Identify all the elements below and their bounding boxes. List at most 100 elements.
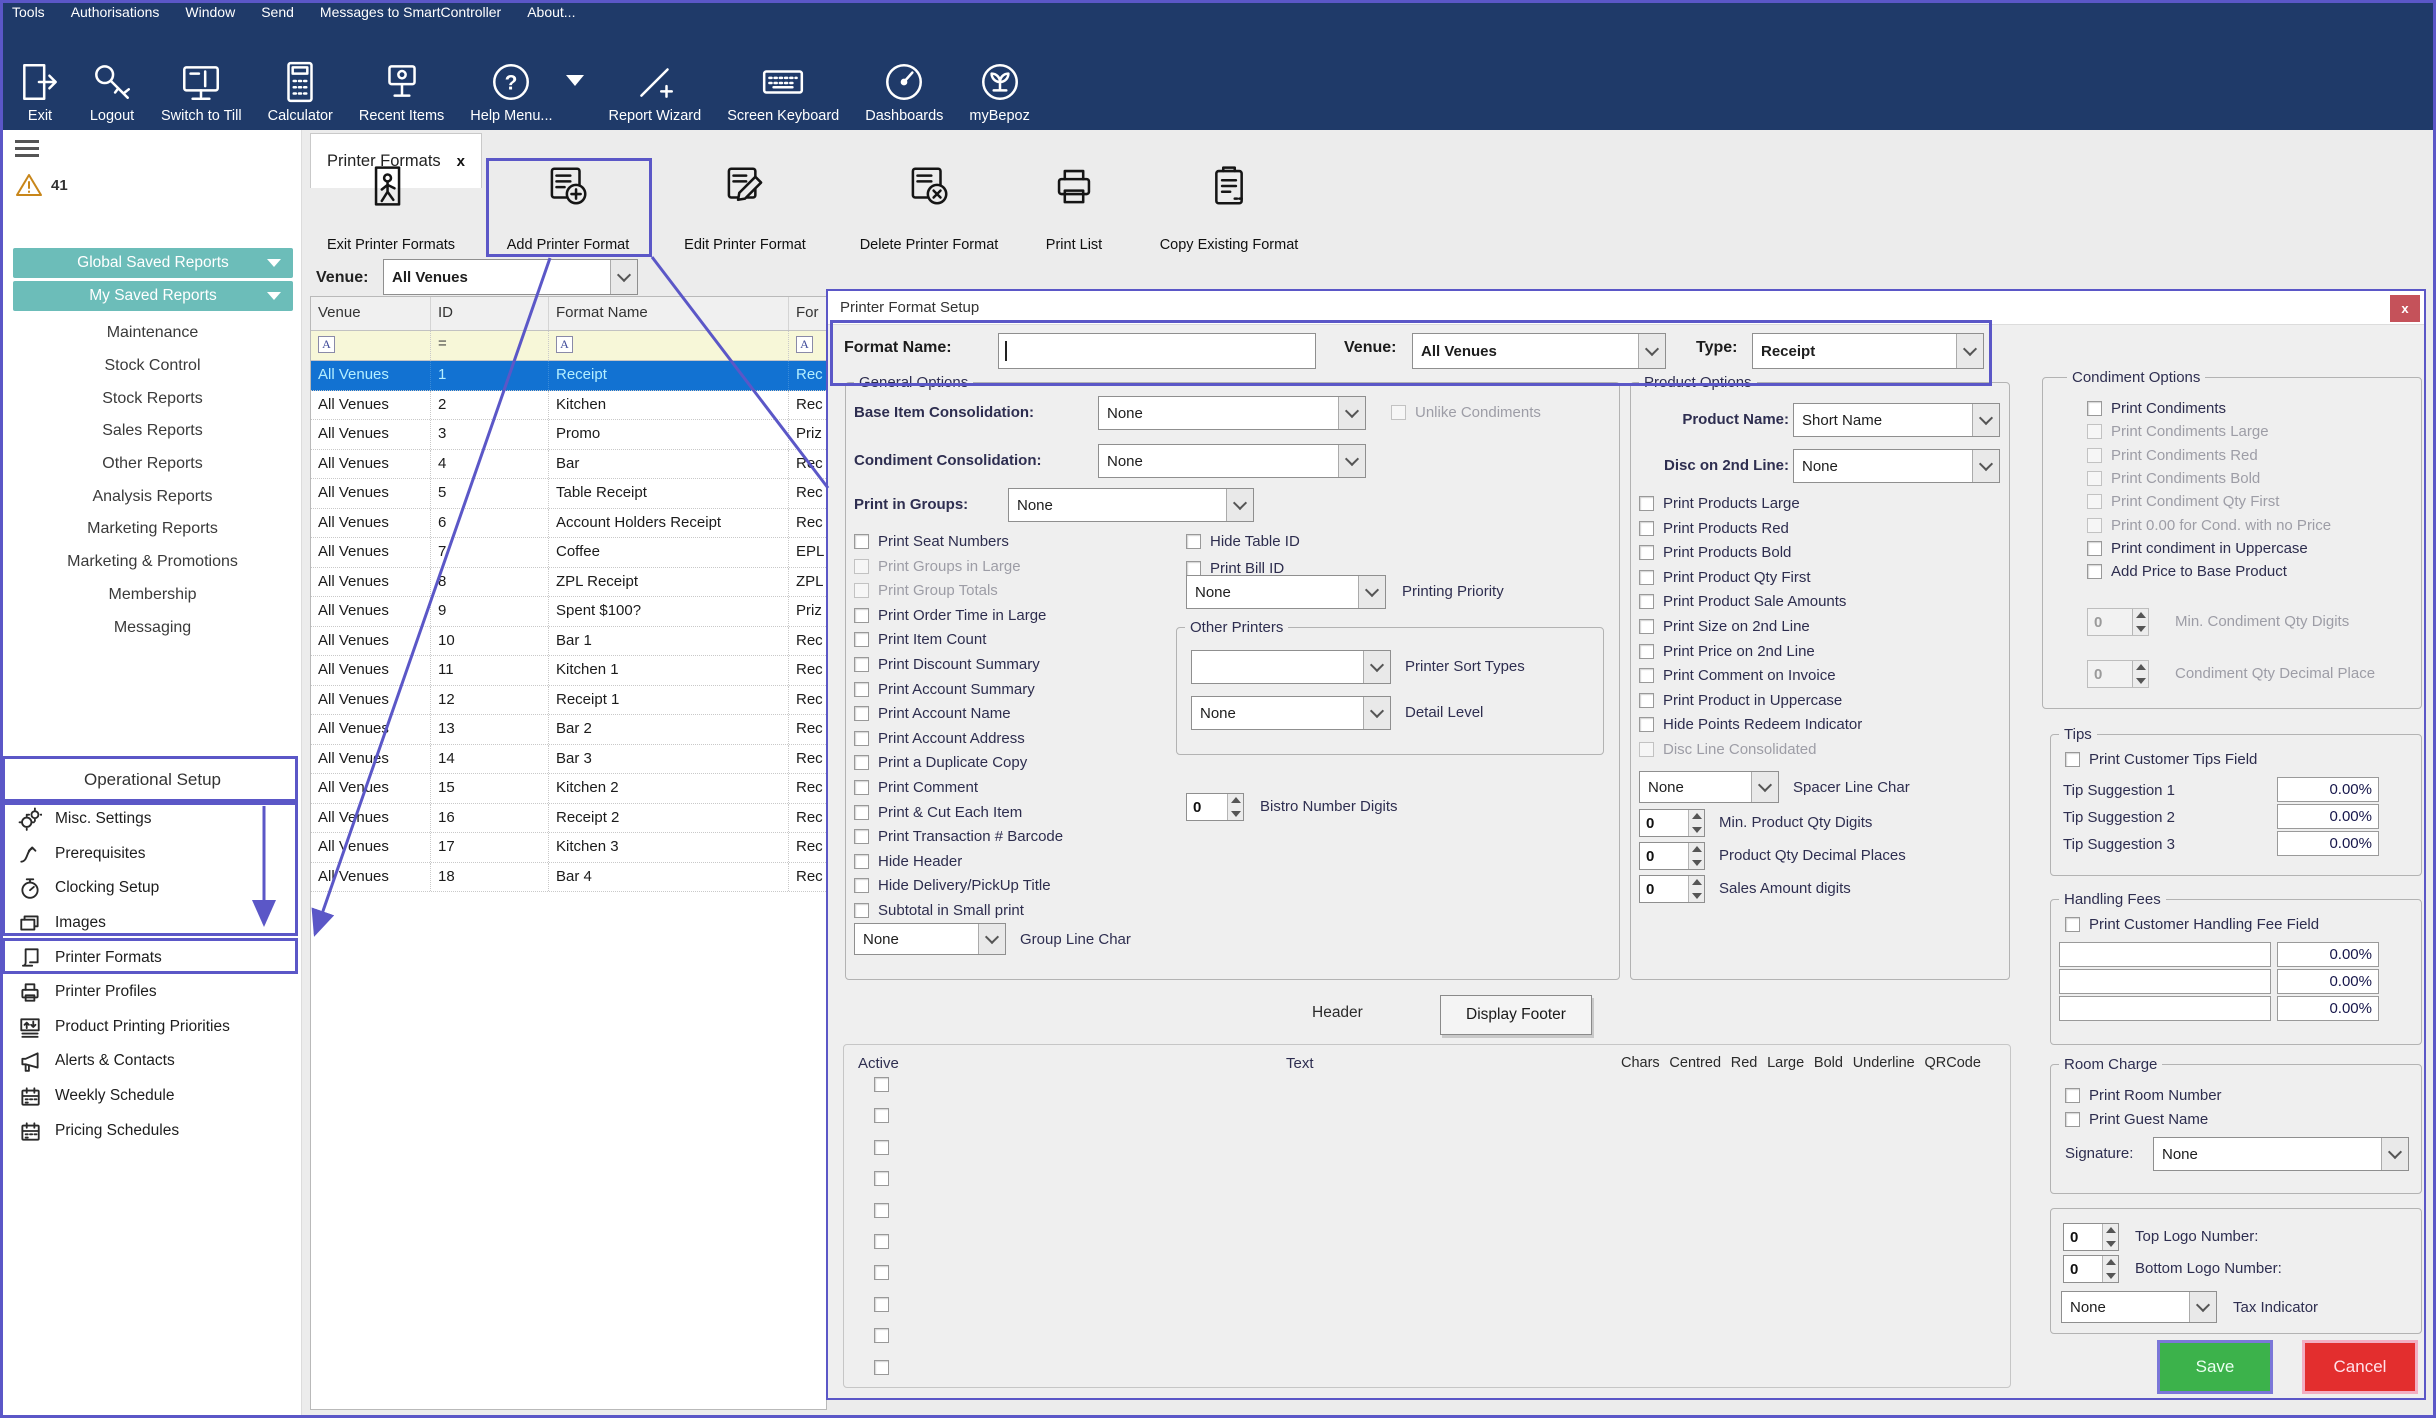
checkbox-box[interactable] [854,706,869,721]
checkbox-print-account-address[interactable]: Print Account Address [854,730,1025,747]
checkbox-print-customer-tips-field[interactable]: Print Customer Tips Field [2065,751,2257,768]
button-edit-printer-format[interactable]: Edit Printer Format [664,163,826,253]
sidebar-item-marketing-promotions[interactable]: Marketing & Promotions [3,546,302,579]
printer-sort-types-dropdown[interactable] [1191,650,1391,684]
column-header-id[interactable]: ID [431,297,549,330]
checkbox-hide-table-id[interactable]: Hide Table ID [1186,533,1300,550]
chevron-down-icon[interactable] [1972,450,1999,482]
menu-send[interactable]: Send [261,4,294,20]
text-filter-icon[interactable]: A [318,336,335,353]
menu-messages-to-smartcontroller[interactable]: Messages to SmartController [320,4,501,20]
table-row[interactable]: All Venues1ReceiptRec [311,361,826,391]
spinner-arrows-icon[interactable] [1688,843,1704,869]
chevron-down-icon[interactable] [1363,697,1390,729]
checkbox-box[interactable] [874,1171,889,1186]
toolbar-button-switch-to-till[interactable]: Switch to Till [148,59,255,124]
checkbox-print-cut-each-item[interactable]: Print & Cut Each Item [854,804,1022,821]
table-row[interactable]: All Venues15Kitchen 2Rec [311,774,826,804]
spinner-product-qty-decimal-places[interactable]: 0 [1639,842,1705,870]
input-tip-suggestion-2[interactable]: 0.00% [2277,804,2379,829]
sidebar-item-alerts-contacts[interactable]: Alerts & Contacts [3,1044,302,1079]
handling-fee-name-input[interactable] [2059,942,2271,967]
menu-authorisations[interactable]: Authorisations [71,4,160,20]
chevron-down-icon[interactable] [1338,445,1365,477]
checkbox-subtotal-in-small-print[interactable]: Subtotal in Small print [854,902,1024,919]
chevron-down-icon[interactable] [1751,772,1778,802]
table-row[interactable]: All Venues16Receipt 2Rec [311,804,826,834]
spinner-arrows-icon[interactable] [2102,1224,2118,1250]
chevron-down-icon[interactable] [2381,1138,2408,1170]
checkbox-print-price-on-2nd-line[interactable]: Print Price on 2nd Line [1639,643,1815,660]
checkbox-print-product-sale-amounts[interactable]: Print Product Sale Amounts [1639,593,1846,610]
checkbox-box[interactable] [874,1140,889,1155]
chevron-down-icon[interactable] [1338,397,1365,429]
checkbox-box[interactable] [1186,561,1201,576]
checkbox-box[interactable] [874,1360,889,1375]
chevron-down-icon[interactable] [1638,334,1665,368]
checkbox-print-account-name[interactable]: Print Account Name [854,705,1011,722]
button-exit-printer-formats[interactable]: Exit Printer Formats [305,163,477,253]
sidebar-item-product-printing-priorities[interactable]: Product Printing Priorities [3,1010,302,1045]
checkbox-box[interactable] [854,854,869,869]
table-row[interactable]: All Venues3PromoPriz [311,420,826,450]
footer-line-active-checkbox[interactable] [874,1360,889,1375]
checkbox-box[interactable] [1639,521,1654,536]
sidebar-item-images[interactable]: Images [3,906,302,941]
save-button[interactable]: Save [2157,1340,2273,1394]
sidebar-item-clocking-setup[interactable]: Clocking Setup [3,871,302,906]
chevron-down-icon[interactable] [1363,651,1390,683]
chevron-down-icon[interactable] [2189,1292,2216,1322]
checkbox-print-discount-summary[interactable]: Print Discount Summary [854,656,1040,673]
venue-filter-dropdown[interactable]: All Venues [383,259,638,295]
checkbox-hide-header[interactable]: Hide Header [854,853,962,870]
group-line-char-dropdown[interactable]: None [854,923,1006,955]
spinner-bistro-number-digits[interactable]: 0 [1186,793,1244,821]
sidebar-item-stock-control[interactable]: Stock Control [3,350,302,383]
checkbox-box[interactable] [874,1203,889,1218]
checkbox-box[interactable] [1186,534,1201,549]
sidebar-item-stock-reports[interactable]: Stock Reports [3,382,302,415]
checkbox-print-a-duplicate-copy[interactable]: Print a Duplicate Copy [854,754,1027,771]
help-menu-caret-icon[interactable] [566,75,584,86]
toolbar-button-dashboards[interactable]: Dashboards [852,59,956,124]
checkbox-box[interactable] [1639,644,1654,659]
handling-fee-value-input[interactable]: 0.00% [2277,942,2379,967]
checkbox-hide-points-redeem-indicator[interactable]: Hide Points Redeem Indicator [1639,716,1862,733]
input-tip-suggestion-1[interactable]: 0.00% [2277,777,2379,802]
sidebar-item-printer-profiles[interactable]: Printer Profiles [3,975,302,1010]
checkbox-box[interactable] [854,632,869,647]
table-row[interactable]: All Venues9Spent $100?Priz [311,597,826,627]
spinner-top-logo-number[interactable]: 0 [2063,1223,2119,1251]
checkbox-print-condiment-in-uppercase[interactable]: Print condiment in Uppercase [2087,540,2308,557]
checkbox-box[interactable] [854,805,869,820]
handling-fee-name-input[interactable] [2059,996,2271,1021]
sidebar-item-sales-reports[interactable]: Sales Reports [3,415,302,448]
checkbox-box[interactable] [854,608,869,623]
handling-fee-value-input[interactable]: 0.00% [2277,969,2379,994]
checkbox-box[interactable] [874,1108,889,1123]
spinner-bottom-logo-number[interactable]: 0 [2063,1255,2119,1283]
checkbox-print-products-large[interactable]: Print Products Large [1639,495,1800,512]
checkbox-box[interactable] [854,534,869,549]
column-header-format-name[interactable]: Format Name [549,297,789,330]
sidebar-item-membership[interactable]: Membership [3,579,302,612]
table-row[interactable]: All Venues5Table ReceiptRec [311,479,826,509]
checkbox-print-size-on-2nd-line[interactable]: Print Size on 2nd Line [1639,618,1810,635]
table-row[interactable]: All Venues6Account Holders ReceiptRec [311,509,826,539]
toolbar-button-help-menu[interactable]: ?Help Menu... [457,59,565,124]
footer-line-active-checkbox[interactable] [874,1234,889,1249]
checkbox-box[interactable] [874,1077,889,1092]
table-row[interactable]: All Venues10Bar 1Rec [311,627,826,657]
checkbox-print-product-qty-first[interactable]: Print Product Qty First [1639,569,1811,586]
table-row[interactable]: All Venues11Kitchen 1Rec [311,656,826,686]
spacer-line-char-dropdown[interactable]: None [1639,771,1779,803]
checkbox-print-product-in-uppercase[interactable]: Print Product in Uppercase [1639,692,1842,709]
button-print-list[interactable]: Print List [1032,163,1116,253]
toolbar-button-mybepoz[interactable]: myBepoz [956,59,1042,124]
toolbar-button-report-wizard[interactable]: Report Wizard [596,59,715,124]
handling-fee-name-input[interactable] [2059,969,2271,994]
sidebar-section-operational-setup[interactable]: Operational Setup [3,758,302,802]
chevron-down-icon[interactable] [1358,576,1385,608]
checkbox-print-condiments[interactable]: Print Condiments [2087,400,2226,417]
chevron-down-icon[interactable] [1956,334,1983,368]
